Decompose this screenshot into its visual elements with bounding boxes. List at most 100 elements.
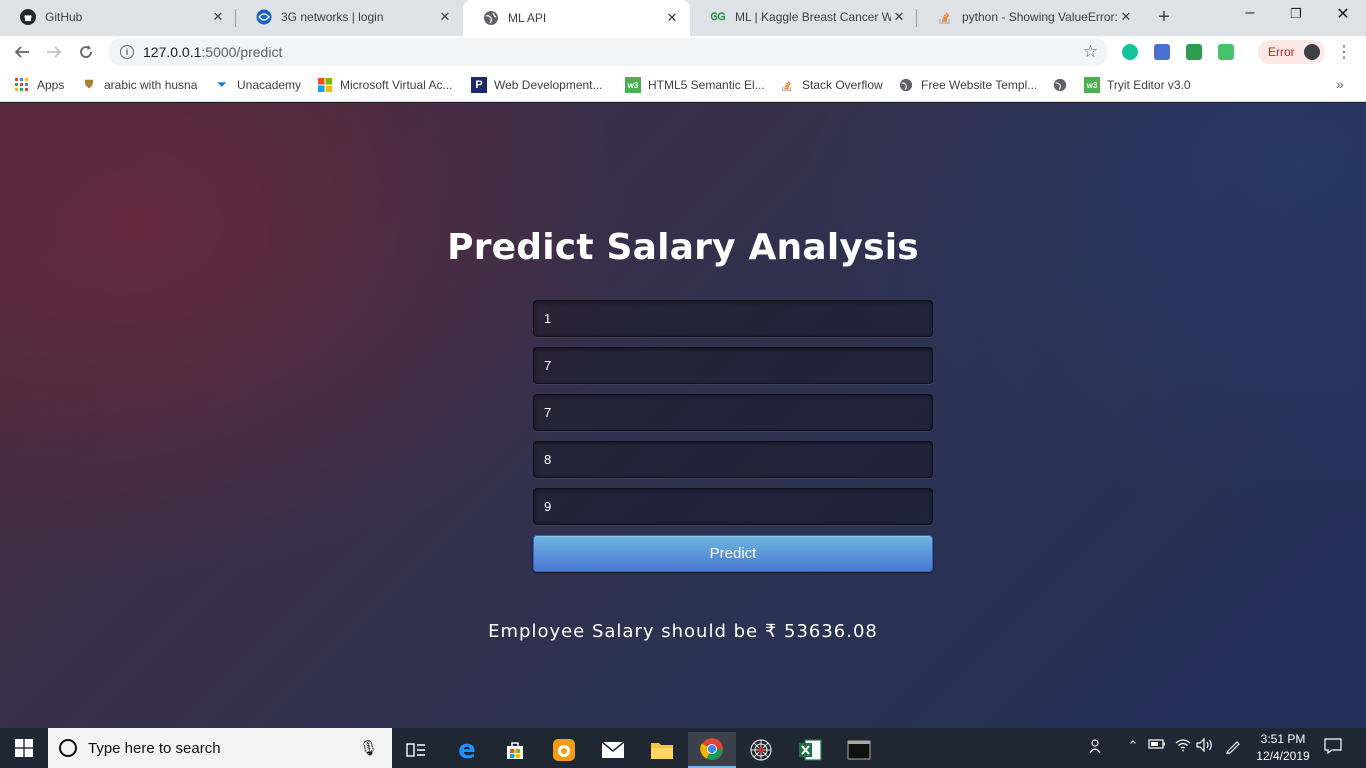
bookmark-label: Tryit Editor v3.0 (1107, 78, 1191, 92)
predict-button[interactable]: Predict (533, 535, 933, 572)
camera-extension-icon[interactable] (1154, 44, 1170, 60)
taskbar-store[interactable] (491, 732, 539, 768)
edge-icon: e (458, 735, 476, 765)
volume-icon[interactable] (1194, 737, 1216, 755)
taskbar-file-explorer[interactable] (638, 732, 686, 768)
unacademy-icon: ⏷ (217, 78, 227, 91)
battery-icon[interactable] (1146, 738, 1168, 753)
taskbar-chrome[interactable] (688, 732, 736, 768)
browser-menu-icon[interactable]: ⋮ (1336, 42, 1352, 62)
url-host: 127.0.0.1 (143, 44, 202, 60)
stackoverflow-icon (937, 9, 953, 25)
tab-kaggle-breast-cancer[interactable]: ᎶᏀ ML | Kaggle Breast Cancer Wisc ✕ (690, 0, 917, 34)
github-icon (20, 9, 36, 25)
tab-3g-networks[interactable]: 3G networks | login ✕ (236, 0, 463, 34)
close-tab-icon[interactable]: ✕ (210, 9, 226, 25)
grammarly-extension-icon[interactable] (1122, 44, 1138, 60)
bookmark-unnamed[interactable] (1052, 76, 1075, 94)
page-title: Predict Salary Analysis (447, 227, 919, 268)
bookmark-label: Microsoft Virtual Ac... (340, 78, 453, 92)
store-icon (507, 742, 523, 759)
reload-button[interactable] (74, 40, 98, 64)
bookmark-label: HTML5 Semantic El... (648, 78, 765, 92)
windows-taskbar: Type here to search 🎙 e ⌃ 3:51 PM 12/4/2… (0, 728, 1366, 768)
browser-toolbar: i 127.0.0.1:5000/predict ☆ Error ⋮ (0, 36, 1366, 68)
bookmark-star-icon[interactable]: ☆ (1083, 42, 1098, 62)
taskbar-edge[interactable]: e (443, 732, 491, 768)
tab-python-valueerror[interactable]: python - Showing ValueError: s ✕ (917, 0, 1144, 34)
uc-browser-icon (553, 739, 575, 761)
taskbar-mail[interactable] (589, 732, 637, 768)
bookmark-unacademy[interactable]: ⏷ Unacademy (214, 76, 301, 94)
profile-error-chip[interactable]: Error (1258, 40, 1325, 64)
tab-ml-api[interactable]: ML API ✕ (463, 0, 690, 36)
system-clock[interactable]: 3:51 PM 12/4/2019 (1252, 731, 1314, 765)
start-button[interactable] (0, 728, 48, 768)
bookmark-label: Free Website Templ... (921, 78, 1038, 92)
task-view-button[interactable] (392, 732, 440, 768)
geeksforgeeks-icon: ᎶᏀ (710, 11, 726, 23)
back-arrow-icon (14, 46, 29, 58)
checklist-extension-icon[interactable] (1218, 44, 1234, 60)
input-field-2[interactable] (533, 347, 933, 384)
clock-date: 12/4/2019 (1256, 749, 1310, 763)
taskbar-uc-browser[interactable] (540, 732, 588, 768)
close-tab-icon[interactable]: ✕ (891, 9, 907, 25)
tab-title: 3G networks | login (281, 10, 384, 24)
show-hidden-icons-chevron-icon[interactable]: ⌃ (1122, 738, 1144, 754)
page-content: Predict Salary Analysis Predict Employee… (0, 103, 1366, 728)
spider-web-icon (750, 739, 772, 761)
bookmark-stack-overflow[interactable]: Stack Overflow (779, 76, 883, 94)
people-icon[interactable] (1086, 738, 1108, 757)
action-center-icon[interactable] (1322, 738, 1344, 757)
close-tab-icon[interactable]: ✕ (664, 10, 680, 26)
input-field-4[interactable] (533, 441, 933, 478)
input-field-5[interactable] (533, 488, 933, 525)
microphone-icon[interactable]: 🎙 (359, 739, 378, 757)
bookmark-html5-semantic[interactable]: w3 HTML5 Semantic El... (625, 76, 765, 94)
tab-title: ML | Kaggle Breast Cancer Wisc (735, 10, 891, 24)
wifi-icon[interactable] (1172, 738, 1194, 755)
taskbar-spider-app[interactable] (737, 732, 785, 768)
microsoft-icon (317, 77, 333, 93)
bookmark-label: Apps (37, 78, 65, 92)
taskbar-search-box[interactable]: Type here to search 🎙 (48, 728, 392, 768)
forward-button[interactable] (42, 40, 66, 64)
bookmark-free-website-templates[interactable]: Free Website Templ... (898, 76, 1037, 94)
taskbar-excel[interactable] (786, 732, 834, 768)
site-info-icon[interactable]: i (120, 45, 134, 59)
taskbar-terminal[interactable] (835, 732, 883, 768)
bookmark-arabic-with-husna[interactable]: ⛊ arabic with husna (81, 76, 198, 94)
forward-arrow-icon (47, 46, 62, 58)
excel-icon (799, 739, 822, 761)
minimize-button[interactable]: – (1227, 4, 1273, 22)
cortana-circle-icon (59, 739, 77, 757)
bookmark-web-development[interactable]: P Web Development... (471, 76, 603, 94)
profile-error-label: Error (1268, 45, 1295, 59)
bookmark-apps[interactable]: Apps (14, 76, 64, 94)
pen-workspace-icon[interactable] (1222, 738, 1244, 757)
bookmark-tryit-editor[interactable]: w3 Tryit Editor v3.0 (1084, 76, 1191, 94)
input-field-1[interactable] (533, 300, 933, 337)
w3schools-icon: w3 (1084, 77, 1100, 93)
close-window-button[interactable]: ✕ (1320, 4, 1366, 24)
avatar (1303, 44, 1320, 60)
prediction-result: Employee Salary should be ₹ 53636.08 (488, 621, 878, 642)
classroom-extension-icon[interactable] (1186, 44, 1202, 60)
p-logo-icon: P (471, 77, 487, 93)
address-bar[interactable]: i 127.0.0.1:5000/predict ☆ (108, 38, 1108, 66)
url-path: :5000/predict (201, 44, 283, 60)
close-tab-icon[interactable]: ✕ (437, 9, 453, 25)
bookmark-microsoft-virtual-academy[interactable]: Microsoft Virtual Ac... (317, 76, 452, 94)
input-field-3[interactable] (533, 394, 933, 431)
close-tab-icon[interactable]: ✕ (1118, 9, 1134, 25)
tab-title: python - Showing ValueError: s (962, 10, 1118, 24)
tab-title: GitHub (45, 10, 83, 24)
globe-icon (1052, 77, 1068, 93)
back-button[interactable] (10, 40, 34, 64)
more-bookmarks-icon[interactable]: » (1336, 76, 1344, 92)
restore-button[interactable]: ❐ (1273, 6, 1319, 22)
bookmark-label: Unacademy (237, 78, 302, 92)
tab-github[interactable]: GitHub ✕ (0, 0, 236, 34)
new-tab-button[interactable]: + (1153, 6, 1175, 29)
